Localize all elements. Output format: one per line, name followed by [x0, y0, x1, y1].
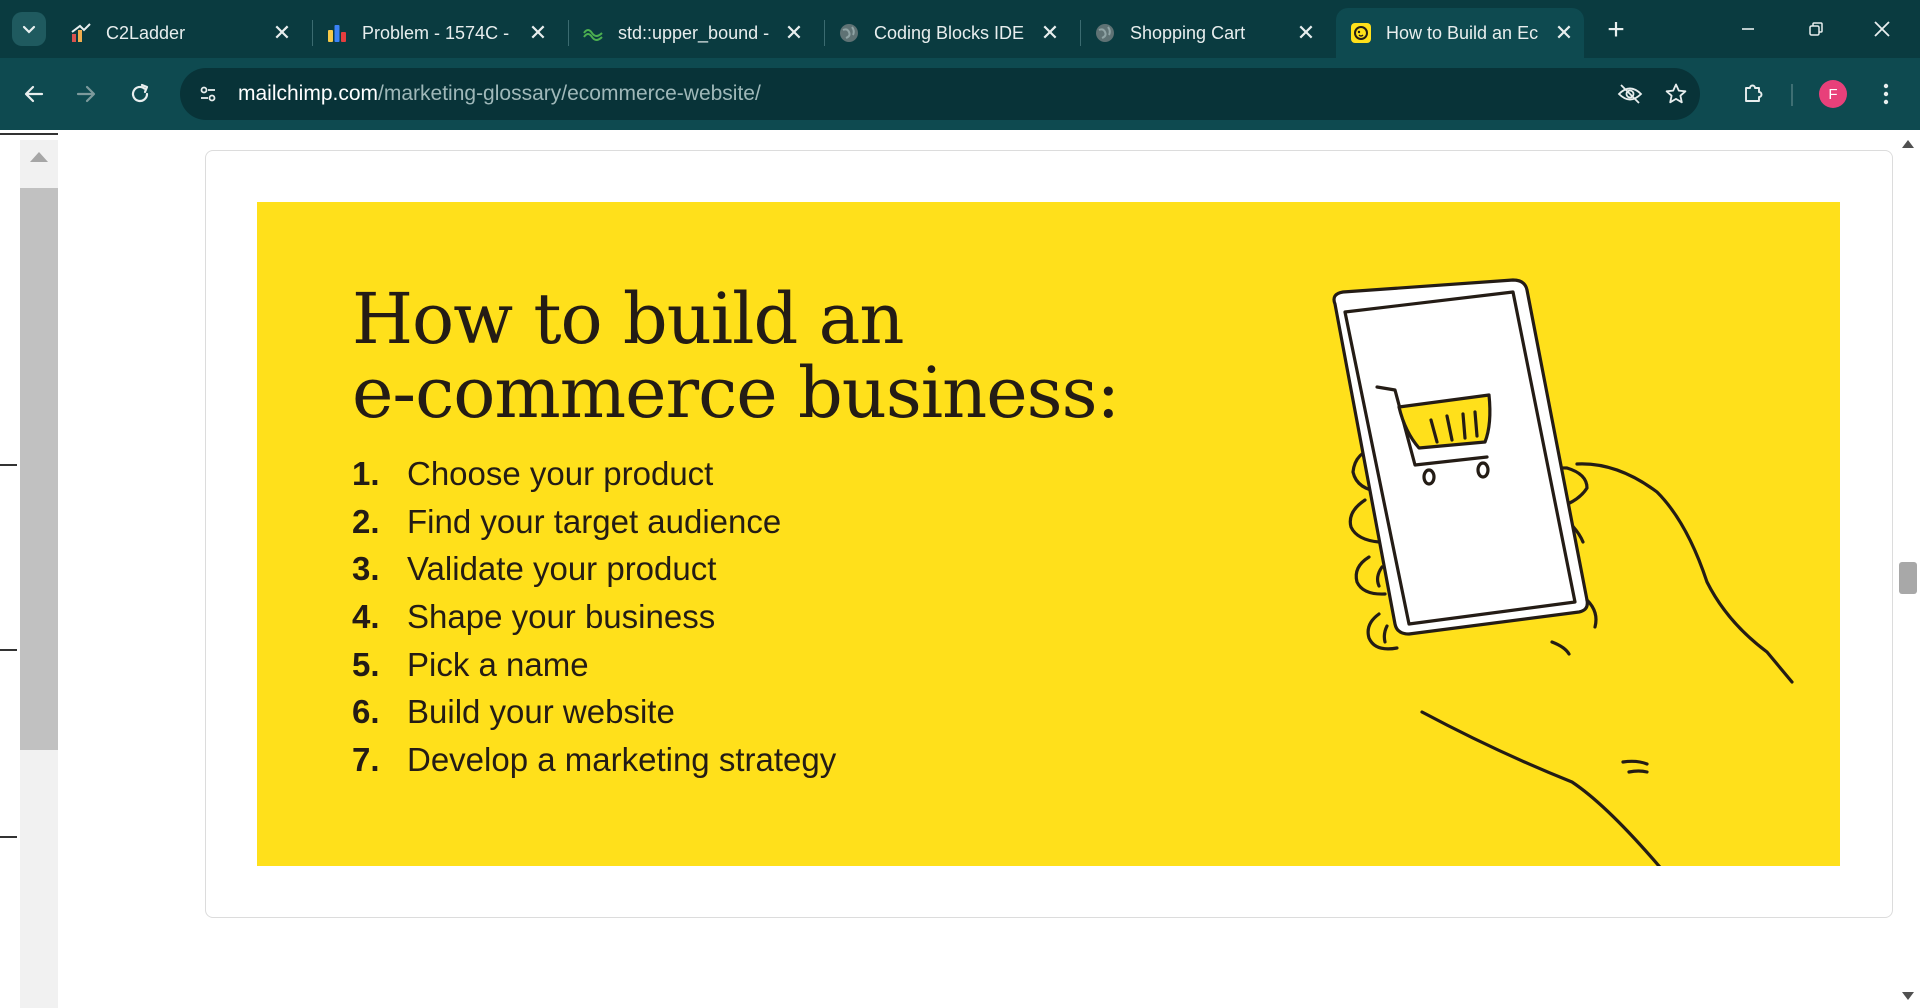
arrow-right-icon	[76, 85, 96, 103]
embedded-scrollbar[interactable]	[20, 140, 58, 1008]
step-text: Validate your product	[407, 550, 717, 588]
tab-title: How to Build an Ec	[1386, 22, 1539, 43]
tab-c2ladder[interactable]: C2Ladder ✕	[56, 8, 302, 58]
heading-line-1: How to build an	[352, 278, 904, 360]
cpp-reference-icon	[582, 22, 604, 44]
tab-problem[interactable]: Problem - 1574C - ✕	[312, 8, 558, 58]
page-scrollbar[interactable]	[1896, 130, 1920, 1008]
reload-icon	[131, 83, 149, 103]
list-item: 4. Shape your business	[352, 593, 836, 641]
browser-toolbar: mailchimp.com/marketing-glossary/ecommer…	[0, 58, 1920, 130]
minimize-icon	[1742, 28, 1754, 30]
step-number: 5.	[352, 645, 380, 683]
heading-line-2: e-commerce business:	[352, 352, 1120, 434]
tab-upper-bound[interactable]: std::upper_bound - ✕	[568, 8, 814, 58]
close-icon[interactable]: ✕	[268, 19, 296, 47]
page-scrollbar-thumb[interactable]	[1899, 562, 1917, 594]
globe-icon	[1094, 22, 1116, 44]
list-item: 3. Validate your product	[352, 545, 836, 593]
arrow-left-icon	[24, 85, 44, 103]
reload-button[interactable]	[120, 74, 160, 114]
list-item: 5. Pick a name	[352, 641, 836, 689]
url-text[interactable]: mailchimp.com/marketing-glossary/ecommer…	[238, 82, 761, 106]
step-text: Build your website	[407, 693, 675, 731]
scroll-up-arrow-icon[interactable]	[1902, 140, 1914, 148]
list-item: 2. Find your target audience	[352, 498, 836, 546]
tab-strip: C2Ladder ✕ Problem - 1574C - ✕ std::uppe…	[0, 0, 1920, 58]
extensions-button[interactable]	[1733, 74, 1773, 114]
close-icon[interactable]: ✕	[524, 19, 552, 47]
menu-button[interactable]	[1866, 74, 1906, 114]
step-number: 2.	[352, 502, 380, 540]
tab-title: Problem - 1574C -	[362, 22, 510, 43]
step-number: 1.	[352, 454, 380, 492]
url-host: mailchimp.com	[238, 82, 379, 105]
back-button[interactable]	[14, 74, 54, 114]
tab-how-to-build[interactable]: How to Build an Ec ✕	[1336, 8, 1584, 58]
scroll-up-arrow-icon[interactable]	[30, 152, 48, 162]
embedded-scrollbar-thumb[interactable]	[20, 188, 58, 750]
tab-title: std::upper_bound -	[618, 22, 770, 43]
tab-title: C2Ladder	[106, 22, 186, 43]
step-number: 7.	[352, 740, 380, 778]
divider-line	[0, 836, 17, 838]
step-text: Find your target audience	[407, 502, 782, 540]
profile-button[interactable]: F	[1813, 74, 1853, 114]
star-icon[interactable]	[1658, 76, 1694, 112]
close-icon[interactable]: ✕	[780, 19, 808, 47]
toolbar-divider	[1791, 84, 1793, 106]
codeforces-icon	[326, 22, 348, 44]
list-item: 6. Build your website	[352, 688, 836, 736]
mailchimp-icon	[1350, 22, 1372, 44]
close-icon[interactable]: ✕	[1292, 19, 1320, 47]
tab-shopping-cart[interactable]: Shopping Cart ✕	[1080, 8, 1326, 58]
step-text: Shape your business	[407, 597, 716, 635]
tab-search-button[interactable]	[12, 12, 46, 46]
globe-icon	[838, 22, 860, 44]
restore-icon	[1809, 22, 1823, 36]
tab-title: Coding Blocks IDE	[874, 22, 1025, 43]
tab-title: Shopping Cart	[1130, 22, 1246, 43]
chevron-down-icon	[22, 25, 36, 34]
restore-button[interactable]	[1791, 6, 1841, 52]
step-number: 4.	[352, 597, 380, 635]
forward-button[interactable]	[66, 74, 106, 114]
step-text: Pick a name	[407, 645, 589, 683]
steps-list: 1. Choose your product 2. Find your target…	[352, 450, 836, 784]
new-tab-button[interactable]: +	[1598, 12, 1634, 48]
eye-off-icon[interactable]	[1612, 76, 1648, 112]
divider-line	[0, 649, 17, 651]
divider-line	[0, 464, 17, 466]
step-text: Develop a marketing strategy	[407, 740, 837, 778]
site-info-icon[interactable]	[190, 76, 226, 112]
scroll-down-arrow-icon[interactable]	[1902, 992, 1914, 1000]
close-icon[interactable]: ✕	[1036, 19, 1064, 47]
ecommerce-steps-banner: How to build an e-commerce business: 1. C…	[257, 202, 1840, 866]
list-item: 1. Choose your product	[352, 450, 836, 498]
close-window-button[interactable]	[1857, 6, 1907, 52]
puzzle-icon	[1745, 84, 1763, 102]
chart-favicon-icon	[70, 22, 92, 44]
divider-line	[0, 133, 58, 135]
step-number: 3.	[352, 550, 380, 588]
tab-coding-blocks[interactable]: Coding Blocks IDE ✕	[824, 8, 1070, 58]
page-title: How to build an e-commerce business:	[352, 278, 1120, 434]
list-item: 7. Develop a marketing strategy	[352, 736, 836, 784]
kebab-menu-icon	[1883, 83, 1889, 105]
close-icon[interactable]: ✕	[1550, 19, 1578, 47]
hand-holding-phone-illustration	[1332, 278, 1794, 866]
avatar: F	[1819, 80, 1847, 108]
minimize-button[interactable]	[1723, 6, 1773, 52]
page-content: How to build an e-commerce business: 1. C…	[0, 130, 1920, 1008]
close-icon	[1874, 21, 1890, 37]
url-path: /marketing-glossary/ecommerce-website/	[378, 82, 761, 105]
address-bar[interactable]: mailchimp.com/marketing-glossary/ecommer…	[180, 68, 1700, 120]
step-text: Choose your product	[407, 454, 714, 492]
step-number: 6.	[352, 693, 380, 731]
